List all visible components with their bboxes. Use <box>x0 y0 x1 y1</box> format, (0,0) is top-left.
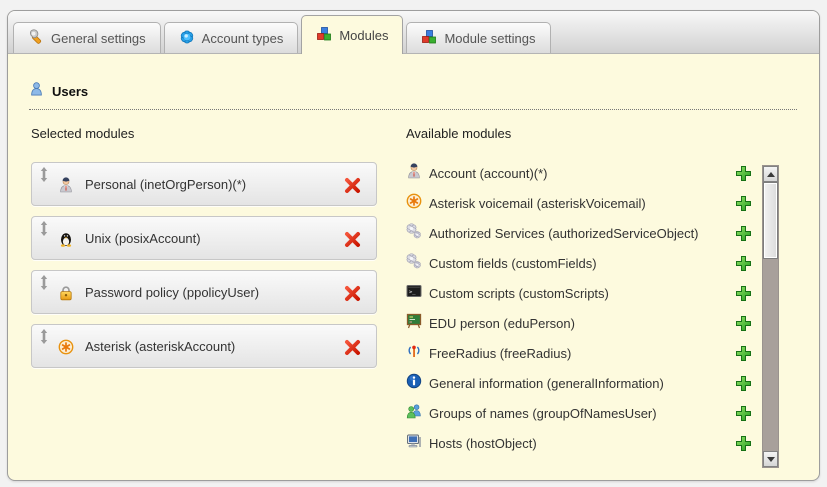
module-label: Custom scripts (customScripts) <box>429 286 727 301</box>
module-label: Password policy (ppolicyUser) <box>85 271 259 313</box>
arrow-down-icon <box>767 457 775 462</box>
info-icon <box>406 373 422 394</box>
person-icon <box>406 163 422 184</box>
selected-module-row-asterisk[interactable]: Asterisk (asteriskAccount) <box>31 324 377 368</box>
available-module-row-account: Account (account)(*) <box>406 158 752 188</box>
selected-module-row-personal[interactable]: Personal (inetOrgPerson)(*) <box>31 162 377 206</box>
arrow-up-icon <box>767 172 775 177</box>
person-icon <box>58 177 74 198</box>
green-plus-add-icon[interactable] <box>734 404 752 422</box>
module-label: General information (generalInformation) <box>429 376 727 391</box>
tux-icon <box>58 231 74 252</box>
scroll-down-button[interactable] <box>763 451 778 467</box>
config-panel: General settings Account types <box>7 10 820 481</box>
available-module-row-edu-person: EDU person (eduPerson) <box>406 308 752 338</box>
green-plus-add-icon[interactable] <box>734 344 752 362</box>
gears-icon <box>406 223 422 244</box>
available-module-row-freeradius: FreeRadius (freeRadius) <box>406 338 752 368</box>
modules-icon <box>421 29 437 48</box>
gears-icon <box>406 253 422 274</box>
tab-bar: General settings Account types <box>8 11 819 54</box>
available-modules-scrollbar[interactable] <box>762 165 779 468</box>
computer-icon <box>406 433 422 454</box>
module-label: Groups of names (groupOfNamesUser) <box>429 406 727 421</box>
lock-icon <box>58 285 74 306</box>
selected-module-row-password-policy[interactable]: Password policy (ppolicyUser) <box>31 270 377 314</box>
available-module-row-asterisk-voicemail: Asterisk voicemail (asteriskVoicemail) <box>406 188 752 218</box>
green-plus-add-icon[interactable] <box>734 194 752 212</box>
tab-modules[interactable]: Modules <box>301 15 403 54</box>
antenna-icon <box>406 343 422 364</box>
gear-icon <box>179 29 195 48</box>
green-plus-add-icon[interactable] <box>734 284 752 302</box>
red-x-delete-icon[interactable] <box>342 175 362 195</box>
section-title: Users <box>52 84 88 99</box>
available-module-row-custom-fields: Custom fields (customFields) <box>406 248 752 278</box>
vertical-move-icon[interactable] <box>39 329 49 349</box>
selected-module-row-unix[interactable]: Unix (posixAccount) <box>31 216 377 260</box>
red-x-delete-icon[interactable] <box>342 337 362 357</box>
users-section-header: Users <box>29 81 797 110</box>
tab-account-types[interactable]: Account types <box>164 22 299 53</box>
tab-module-settings[interactable]: Module settings <box>406 22 550 53</box>
scroll-up-button[interactable] <box>763 166 778 182</box>
module-label: Account (account)(*) <box>429 166 727 181</box>
available-module-row-general-information: General information (generalInformation) <box>406 368 752 398</box>
svg-text:>_: >_ <box>409 289 416 295</box>
tab-general-settings[interactable]: General settings <box>13 22 161 53</box>
red-x-delete-icon[interactable] <box>342 229 362 249</box>
terminal-icon: >_ <box>406 283 422 304</box>
module-label: Asterisk (asteriskAccount) <box>85 325 235 367</box>
green-plus-add-icon[interactable] <box>734 434 752 452</box>
scrollbar-thumb[interactable] <box>763 182 778 259</box>
green-plus-add-icon[interactable] <box>734 254 752 272</box>
selected-modules-header: Selected modules <box>31 126 377 141</box>
green-plus-add-icon[interactable] <box>734 314 752 332</box>
module-label: Personal (inetOrgPerson)(*) <box>85 163 246 205</box>
group-icon <box>406 403 422 424</box>
user-icon <box>29 81 44 102</box>
chalkboard-icon <box>406 313 422 334</box>
available-modules-column: Available modules Account (account)(*) <box>406 126 752 458</box>
red-x-delete-icon[interactable] <box>342 283 362 303</box>
vertical-move-icon[interactable] <box>39 221 49 241</box>
module-label: Authorized Services (authorizedServiceOb… <box>429 226 727 241</box>
green-plus-add-icon[interactable] <box>734 164 752 182</box>
available-module-row-groups-of-names: Groups of names (groupOfNamesUser) <box>406 398 752 428</box>
asterisk-icon <box>406 193 422 214</box>
wrench-icon <box>28 29 44 48</box>
module-label: Asterisk voicemail (asteriskVoicemail) <box>429 196 727 211</box>
module-label: Unix (posixAccount) <box>85 217 201 259</box>
modules-icon <box>316 26 332 45</box>
selected-modules-column: Selected modules <box>31 126 377 458</box>
module-label: Custom fields (customFields) <box>429 256 727 271</box>
available-module-row-hosts: Hosts (hostObject) <box>406 428 752 458</box>
module-label: EDU person (eduPerson) <box>429 316 727 331</box>
tab-label: Account types <box>202 31 284 46</box>
module-label: Hosts (hostObject) <box>429 436 727 451</box>
tab-label: Modules <box>339 28 388 43</box>
available-module-row-authorized-services: Authorized Services (authorizedServiceOb… <box>406 218 752 248</box>
vertical-move-icon[interactable] <box>39 275 49 295</box>
green-plus-add-icon[interactable] <box>734 224 752 242</box>
modules-columns: Selected modules <box>31 126 819 458</box>
available-module-row-custom-scripts: >_ Custom scripts (customScripts) <box>406 278 752 308</box>
asterisk-icon <box>58 339 74 360</box>
tab-label: General settings <box>51 31 146 46</box>
green-plus-add-icon[interactable] <box>734 374 752 392</box>
vertical-move-icon[interactable] <box>39 167 49 187</box>
tab-label: Module settings <box>444 31 535 46</box>
module-label: FreeRadius (freeRadius) <box>429 346 727 361</box>
available-modules-header: Available modules <box>406 126 752 141</box>
